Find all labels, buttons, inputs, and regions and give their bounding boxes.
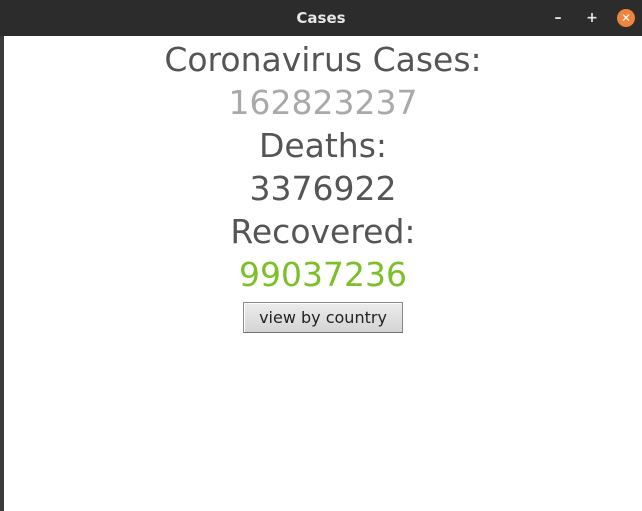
title-bar[interactable]: Cases – + ✕ — [0, 0, 642, 36]
cases-label: Coronavirus Cases: — [164, 40, 482, 79]
stats-panel: Coronavirus Cases: 162823237 Deaths: 337… — [4, 38, 642, 333]
client-area: Coronavirus Cases: 162823237 Deaths: 337… — [4, 36, 642, 511]
window-title: Cases — [296, 9, 346, 27]
view-by-country-button[interactable]: view by country — [243, 302, 403, 333]
app-window: Cases – + ✕ Coronavirus Cases: 162823237… — [0, 0, 642, 511]
deaths-value: 3376922 — [249, 169, 397, 208]
close-icon[interactable]: ✕ — [617, 9, 635, 27]
deaths-label: Deaths: — [258, 126, 388, 165]
minimize-icon[interactable]: – — [549, 9, 567, 27]
cases-value: 162823237 — [228, 83, 418, 122]
recovered-value: 99037236 — [239, 255, 407, 294]
recovered-label: Recovered: — [230, 212, 416, 251]
maximize-icon[interactable]: + — [583, 9, 601, 27]
